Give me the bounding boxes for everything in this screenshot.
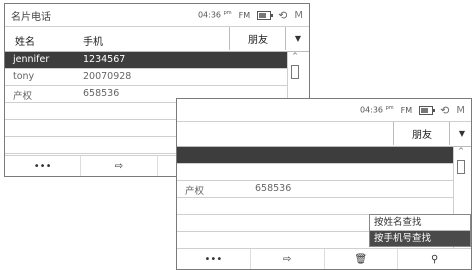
delete-button[interactable]: 🗑 <box>325 249 399 269</box>
contact-name: tony <box>13 71 35 82</box>
more-button[interactable]: ••• <box>5 156 82 176</box>
contact-row[interactable]: jennifer 1234567 <box>5 52 287 69</box>
scroll-up-icon[interactable]: ^ <box>454 147 468 155</box>
clock: 04:36 pm <box>197 10 232 20</box>
contact-name: jennifer <box>13 54 50 65</box>
chevron-down-icon: ▼ <box>294 34 302 43</box>
group-label: 朋友 <box>412 130 432 141</box>
contact-row[interactable] <box>177 147 453 164</box>
more-icon: ••• <box>33 160 52 172</box>
search-button[interactable]: ⚲ <box>398 249 471 269</box>
contact-row[interactable] <box>177 164 453 181</box>
contact-row[interactable]: tony 20070928 <box>5 69 287 86</box>
group-selector[interactable]: 朋友 <box>393 122 450 145</box>
search-menu: 按姓名查找 按手机号查找 <box>369 214 471 247</box>
trash-icon: 🗑 <box>354 253 368 265</box>
radio-mode: FM <box>400 105 413 115</box>
group-selector[interactable]: 朋友 <box>229 27 286 50</box>
back-arrow-icon[interactable]: ⟲ <box>278 9 287 22</box>
search-icon: ⚲ <box>430 253 439 265</box>
contact-phone: 20070928 <box>83 71 132 82</box>
scroll-thumb[interactable] <box>291 65 299 79</box>
status-bar: 名片电话 04:36 pm FM ⟲ M <box>5 4 309 27</box>
add-contact-icon: ⇨ <box>114 160 124 172</box>
app-title: 名片电话 <box>11 12 51 23</box>
add-contact-icon: ⇨ <box>282 253 292 265</box>
battery-icon <box>257 10 274 20</box>
radio-mode: FM <box>238 10 251 20</box>
bottom-toolbar: ••• ⇨ 🗑 ⚲ <box>177 248 471 269</box>
add-contact-button[interactable]: ⇨ <box>251 249 325 269</box>
list-header: 姓名 手机 朋友 ▼ <box>5 27 309 52</box>
back-arrow-icon[interactable]: ⟲ <box>440 104 449 117</box>
scroll-up-icon[interactable]: ^ <box>288 52 302 60</box>
column-phone-header: 手机 <box>83 37 103 48</box>
contact-row[interactable]: 产权 658536 <box>177 181 453 198</box>
more-icon: ••• <box>204 253 223 265</box>
contact-phone: 658536 <box>83 88 120 99</box>
more-button[interactable]: ••• <box>177 249 251 269</box>
contact-phone: 1234567 <box>83 54 126 65</box>
status-bar: 04:36 pm FM ⟲ M <box>177 99 471 122</box>
chevron-down-icon: ▼ <box>458 129 466 138</box>
search-by-phone-option[interactable]: 按手机号查找 <box>370 231 470 246</box>
group-label: 朋友 <box>248 35 268 46</box>
empty-row <box>177 198 453 215</box>
scroll-thumb[interactable] <box>457 160 465 174</box>
contact-name: 产权 <box>185 186 205 197</box>
group-dropdown-button[interactable]: ▼ <box>449 122 471 145</box>
column-name-header: 姓名 <box>15 37 35 48</box>
battery-icon <box>419 105 436 115</box>
phonebook-window-back: 04:36 pm FM ⟲ M 朋友 ▼ 产权 658536 ^ 按姓名查找 按… <box>176 98 472 270</box>
menu-button[interactable]: M <box>294 10 303 21</box>
search-by-name-option[interactable]: 按姓名查找 <box>370 215 470 231</box>
clock: 04:36 pm <box>359 105 394 115</box>
contact-name: 产权 <box>13 91 33 102</box>
menu-button[interactable]: M <box>456 105 465 116</box>
list-header: 朋友 ▼ <box>177 122 471 147</box>
contact-phone: 658536 <box>255 183 292 194</box>
group-dropdown-button[interactable]: ▼ <box>285 27 309 50</box>
add-contact-button[interactable]: ⇨ <box>81 156 158 176</box>
